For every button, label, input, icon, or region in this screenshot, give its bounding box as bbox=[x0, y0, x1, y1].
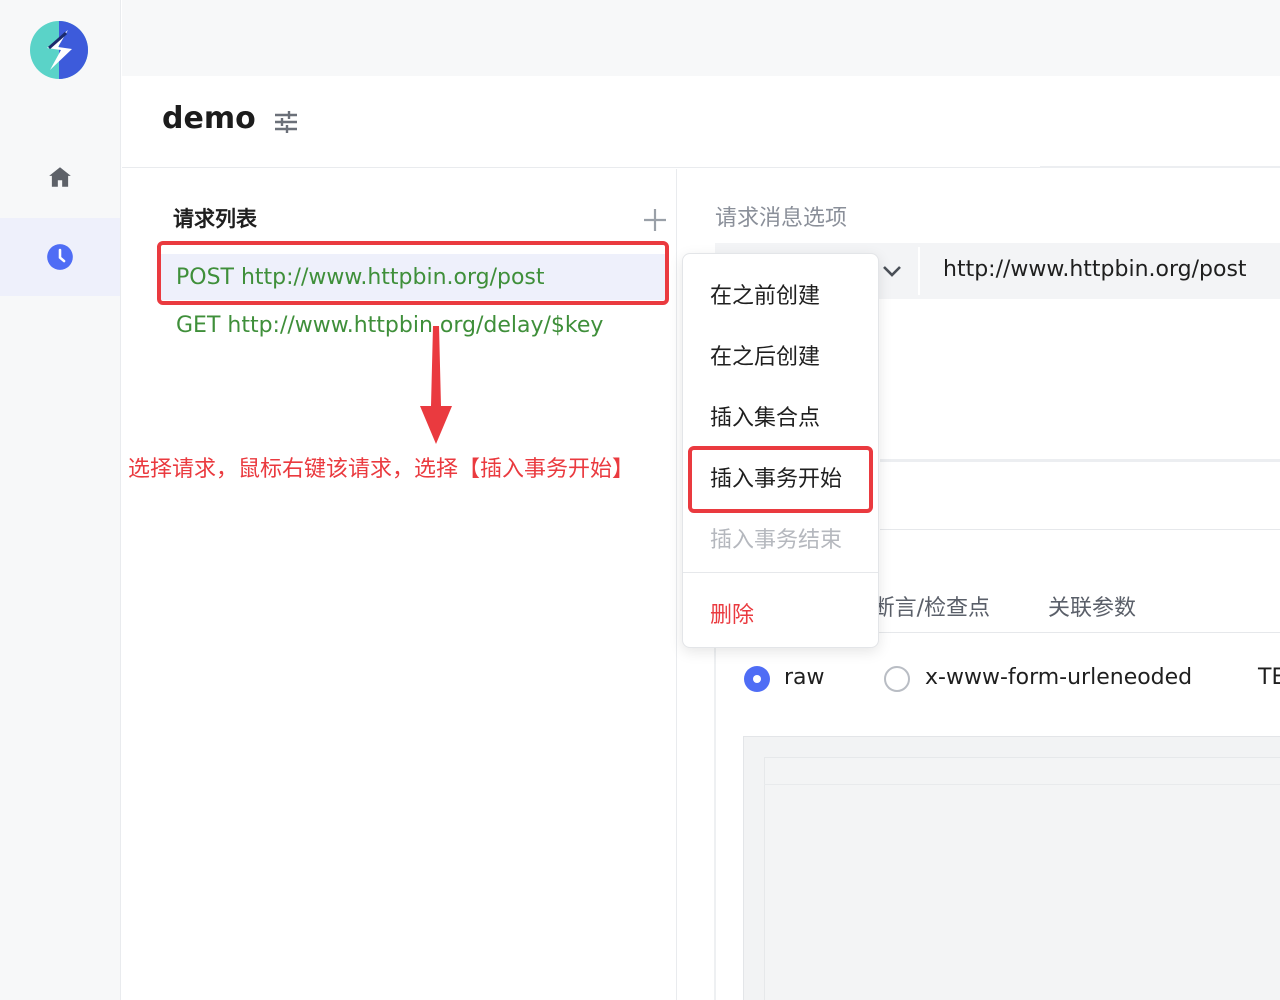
url-input[interactable]: http://www.httpbin.org/post bbox=[943, 257, 1247, 282]
body-editor-inner[interactable] bbox=[764, 757, 1280, 1000]
divider bbox=[880, 529, 1280, 530]
menu-item-delete[interactable]: 删除 bbox=[710, 597, 754, 629]
plus-icon[interactable] bbox=[642, 207, 668, 233]
page-title: demo bbox=[162, 101, 256, 136]
context-menu bbox=[682, 253, 879, 648]
menu-divider bbox=[683, 572, 878, 573]
app-logo-icon bbox=[30, 21, 88, 79]
section-label: 请求消息选项 bbox=[715, 206, 848, 231]
nav-home[interactable] bbox=[0, 140, 120, 214]
header-divider bbox=[1040, 166, 1280, 168]
request-item-selected[interactable]: POST http://www.httpbin.org/post bbox=[160, 254, 666, 300]
tab-assertions[interactable]: 断言/检查点 bbox=[872, 590, 990, 622]
request-item[interactable]: GET http://www.httpbin.org/delay/$key bbox=[160, 302, 666, 348]
menu-item-insert-transaction-start[interactable]: 插入事务开始 bbox=[710, 461, 842, 493]
radio-label-text: TE bbox=[1258, 665, 1280, 690]
menu-item-insert-rendezvous[interactable]: 插入集合点 bbox=[710, 400, 820, 432]
home-icon bbox=[49, 167, 71, 187]
settings-sliders-icon[interactable] bbox=[272, 108, 300, 136]
radio-raw[interactable] bbox=[744, 666, 770, 692]
request-list-title: 请求列表 bbox=[173, 207, 257, 231]
top-bar bbox=[122, 0, 1280, 76]
menu-item-insert-transaction-end: 插入事务结束 bbox=[710, 528, 843, 553]
tab-correlation[interactable]: 关联参数 bbox=[1048, 590, 1136, 622]
divider bbox=[880, 459, 1280, 462]
chevron-down-icon[interactable] bbox=[879, 258, 905, 284]
url-separator bbox=[918, 247, 920, 295]
arrow-down-icon bbox=[420, 326, 452, 444]
menu-item-create-before[interactable]: 在之前创建 bbox=[710, 278, 820, 310]
radio-form-urlencoded[interactable] bbox=[884, 666, 910, 692]
nav-history[interactable] bbox=[0, 218, 120, 296]
annotation-text: 选择请求，鼠标右键该请求，选择【插入事务开始】 bbox=[128, 457, 635, 482]
radio-label-form-urlencoded: x-www-form-urleneoded bbox=[925, 665, 1193, 690]
menu-item-create-after[interactable]: 在之后创建 bbox=[710, 339, 820, 371]
clock-icon bbox=[47, 244, 73, 270]
radio-label-raw: raw bbox=[784, 665, 825, 690]
body-editor-divider bbox=[764, 784, 1280, 785]
